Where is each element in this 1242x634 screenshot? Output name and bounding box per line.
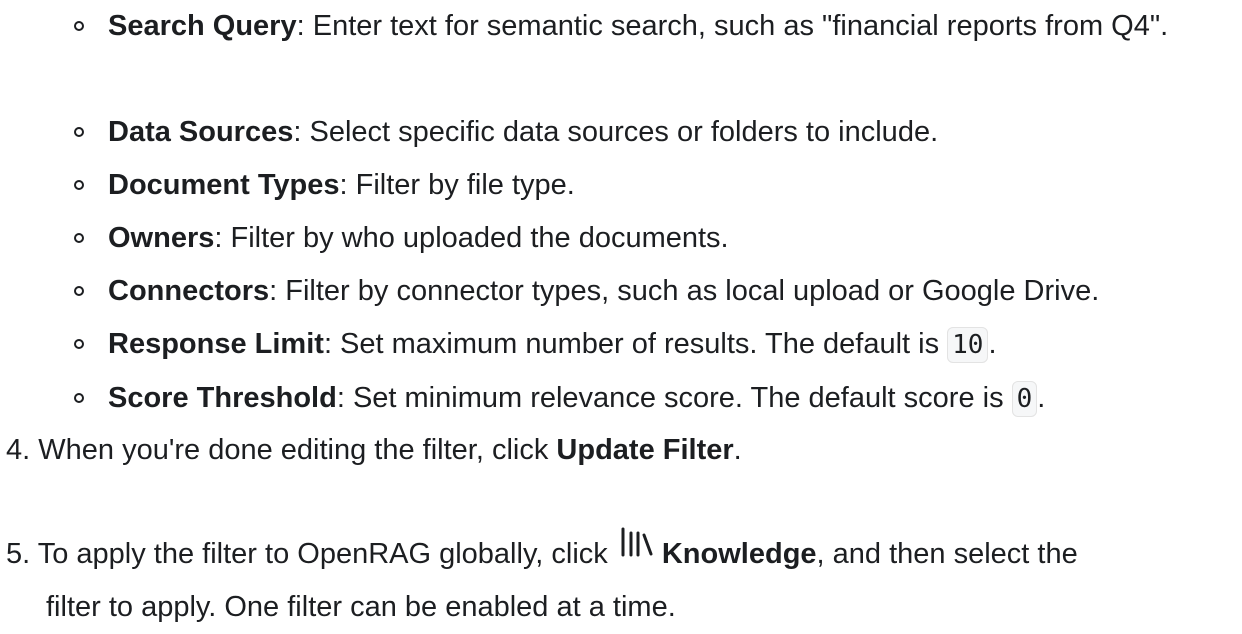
step-5-line-2: filter to apply. One filter can be enabl… [46, 591, 676, 623]
step-5: 5. To apply the filter to OpenRAG global… [6, 527, 1236, 634]
inline-code: 0 [1011, 381, 1038, 417]
list-item: Owners: Filter by who uploaded the docum… [0, 212, 1242, 265]
library-icon [620, 522, 654, 575]
knowledge-label: Knowledge [661, 538, 817, 570]
list-item: Search Query: Enter text for semantic se… [0, 0, 1242, 106]
inline-code: 10 [947, 327, 989, 363]
document: Search Query: Enter text for semantic se… [0, 0, 1242, 623]
hollow-bullet-icon [74, 21, 84, 31]
hollow-bullet-icon [74, 339, 84, 349]
hollow-bullet-icon [74, 233, 84, 243]
list-item: Score Threshold: Set minimum relevance s… [0, 372, 1242, 426]
hollow-bullet-icon [74, 393, 84, 403]
filter-options-list: Search Query: Enter text for semantic se… [0, 0, 1242, 426]
list-item: Response Limit: Set maximum number of re… [0, 318, 1242, 372]
step-4: 4. When you're done editing the filter, … [6, 434, 742, 466]
step-5-line-1: 5. To apply the filter to OpenRAG global… [6, 527, 1236, 581]
update-filter-label: Update Filter [556, 434, 734, 466]
list-item: Connectors: Filter by connector types, s… [0, 265, 1242, 318]
hollow-bullet-icon [74, 127, 84, 137]
hollow-bullet-icon [74, 286, 84, 296]
list-item: Document Types: Filter by file type. [0, 159, 1242, 212]
hollow-bullet-icon [74, 180, 84, 190]
list-item: Data Sources: Select specific data sourc… [0, 106, 1242, 159]
